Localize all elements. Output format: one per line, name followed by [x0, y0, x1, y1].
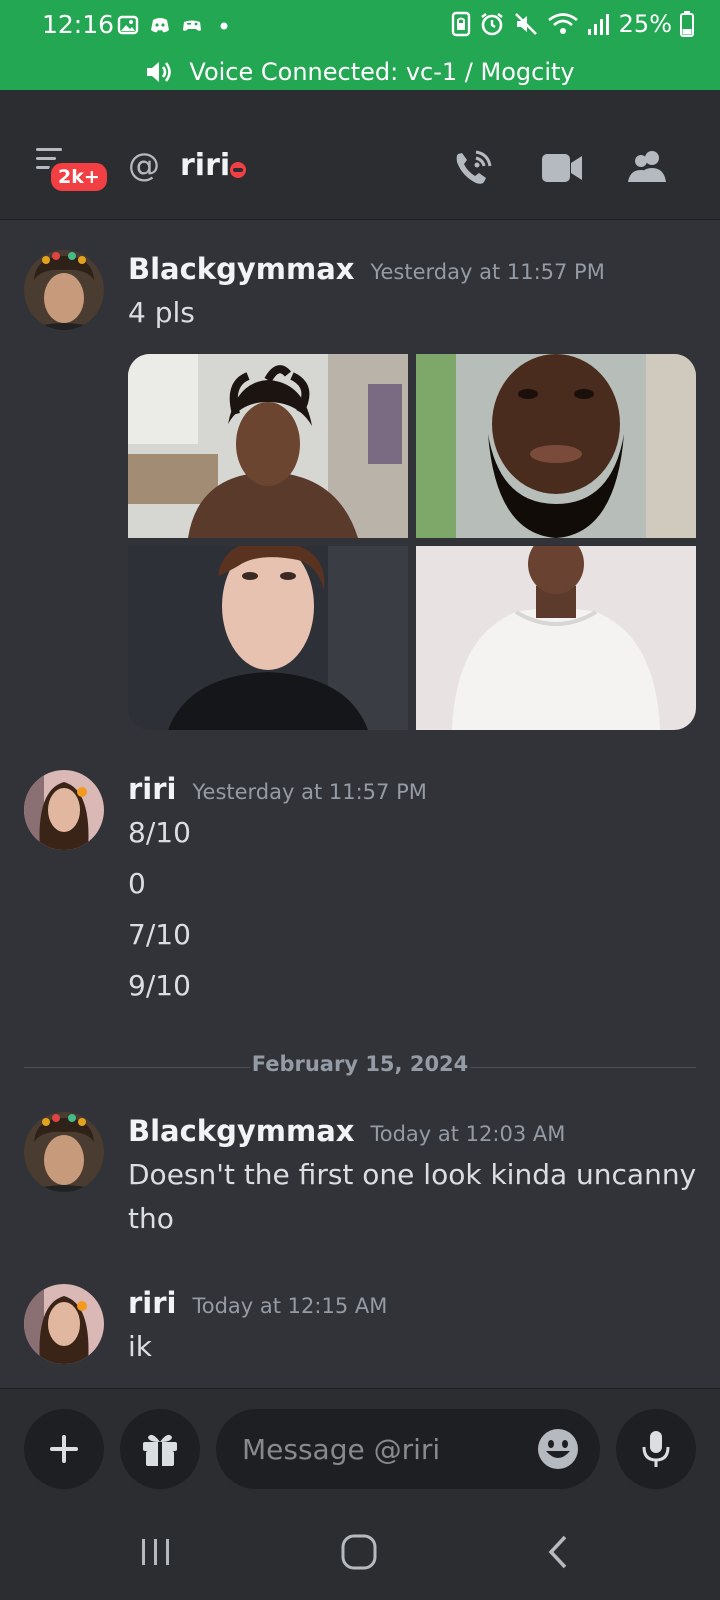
alarm-icon [480, 13, 503, 36]
message-header: riri Yesterday at 11:57 PM [128, 772, 427, 806]
attachment-image-3[interactable] [128, 546, 408, 730]
attachment-image-4[interactable] [416, 546, 696, 730]
timestamp: Yesterday at 11:57 PM [192, 780, 427, 804]
wifi-icon [547, 13, 578, 34]
avatar-image [24, 1284, 104, 1364]
timestamp: Yesterday at 11:57 PM [370, 260, 605, 284]
message-composer [0, 1388, 720, 1600]
author-name[interactable]: Blackgymmax [128, 1114, 354, 1148]
battery-icon [680, 11, 694, 37]
avatar-image [24, 1112, 104, 1192]
avatar-riri[interactable] [24, 1284, 104, 1364]
back-icon[interactable] [535, 1527, 585, 1577]
lock-screen-icon [451, 11, 470, 37]
image-attachment-grid [128, 354, 696, 730]
clock: 12:16 [42, 10, 115, 39]
status-bar: 12:16 25% Voice Connected: vc-1 / Mogcit… [0, 0, 720, 90]
author-name[interactable]: riri [128, 772, 176, 806]
signal-icon [587, 14, 609, 35]
channel-header: 2k+ @ riri [0, 90, 720, 220]
discord-dm-screen: 12:16 25% Voice Connected: vc-1 / Mogcit… [0, 0, 720, 1600]
gift-icon [143, 1434, 177, 1466]
avatar-image [24, 770, 104, 850]
notification-icons [117, 14, 235, 36]
gift-button[interactable] [120, 1409, 200, 1489]
message-text: Doesn't the first one look kinda uncanny [128, 1158, 697, 1191]
battery-percent: 25% [618, 10, 672, 38]
message-text: 7/10 [128, 918, 191, 951]
speaker-icon [147, 62, 172, 82]
mute-icon [514, 13, 537, 35]
recent-apps-icon[interactable] [131, 1527, 181, 1577]
attachment-image-1[interactable] [128, 354, 408, 538]
system-indicators: 25% [451, 10, 694, 38]
plus-icon [50, 1435, 78, 1463]
message-header: Blackgymmax Today at 12:03 AM [128, 1114, 565, 1148]
dm-title[interactable]: riri [180, 148, 230, 183]
voice-call-icon[interactable] [452, 148, 496, 188]
add-attachment-button[interactable] [24, 1409, 104, 1489]
dot-icon [220, 22, 228, 30]
timestamp: Today at 12:15 AM [192, 1294, 388, 1318]
unread-badge: 2k+ [48, 160, 110, 194]
voice-connected-bar[interactable]: Voice Connected: vc-1 / Mogcity [0, 54, 720, 90]
message-header: riri Today at 12:15 AM [128, 1286, 387, 1320]
date-divider: February 15, 2024 [24, 1052, 696, 1082]
attachment-image-2[interactable] [416, 354, 696, 538]
message-text: 9/10 [128, 969, 191, 1002]
author-name[interactable]: riri [128, 1286, 176, 1320]
game-controller-icon [183, 20, 201, 31]
emoji-icon[interactable] [536, 1427, 580, 1471]
home-icon[interactable] [334, 1527, 384, 1577]
video-call-icon[interactable] [540, 148, 584, 188]
message-text: 0 [128, 867, 146, 900]
message-text: tho [128, 1202, 174, 1235]
voice-message-button[interactable] [616, 1409, 696, 1489]
message-header: Blackgymmax Yesterday at 11:57 PM [128, 252, 605, 286]
avatar-image [24, 250, 104, 330]
timestamp: Today at 12:03 AM [370, 1122, 566, 1146]
message-text: 4 pls [128, 296, 195, 329]
at-icon: @ [128, 146, 160, 184]
avatar-blackgymmax[interactable] [24, 1112, 104, 1192]
message-text: ik [128, 1330, 152, 1363]
dnd-status-icon [230, 162, 246, 178]
divider-line [470, 1067, 696, 1068]
author-name[interactable]: Blackgymmax [128, 252, 354, 286]
avatar-riri[interactable] [24, 770, 104, 850]
gallery-icon [117, 15, 139, 35]
voice-connected-label: Voice Connected: vc-1 / Mogcity [189, 58, 575, 86]
divider-date: February 15, 2024 [251, 1052, 469, 1076]
microphone-icon [642, 1431, 670, 1467]
system-status-row: 12:16 25% [0, 0, 720, 54]
message-text: 8/10 [128, 816, 191, 849]
avatar-blackgymmax[interactable] [24, 250, 104, 330]
members-icon[interactable] [626, 148, 670, 188]
system-nav-bar [0, 1499, 720, 1600]
discord-icon [151, 18, 169, 33]
